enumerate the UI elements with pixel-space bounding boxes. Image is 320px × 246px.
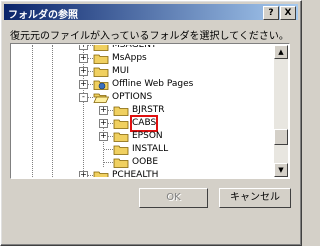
folder-icon [93,171,109,177]
window-title: フォルダの参照 [8,10,78,21]
tree-item-label: OPTIONS [112,92,153,102]
tree-item-mui[interactable]: + MUI [12,65,275,78]
scroll-thumb[interactable] [274,129,288,145]
tree-item-label: INSTALL [132,144,169,154]
expand-icon[interactable]: + [79,80,88,89]
tree-item-bjrstr[interactable]: + BJRSTR [12,104,275,117]
tree-item-label: PCHEALTH [112,170,159,177]
vertical-scrollbar[interactable]: ▲ ▼ [274,45,288,177]
tree-item-epson[interactable]: + EPSON [12,130,275,143]
scroll-up-arrow-icon[interactable]: ▲ [274,45,288,59]
folder-icon [113,132,129,142]
expand-icon[interactable]: + [79,54,88,63]
tree-item-label: Offline Web Pages [112,79,194,89]
expand-icon[interactable]: + [99,132,108,141]
tree-item-label: BJRSTR [132,105,165,115]
folder-tree[interactable]: + MSAGENT + MsApps + MUI + Offline Web Pages - OP… [10,43,290,179]
tree-item-label: CABS [129,115,159,132]
folder-icon [113,106,129,116]
tree-item-oobe[interactable]: OOBE [12,156,275,169]
folder-icon [113,145,129,155]
tree-item-options[interactable]: - OPTIONS [12,91,275,104]
tree-item-label: MUI [112,66,130,76]
folder-icon [113,158,129,168]
folder-icon [113,119,129,129]
tree-item-msagent[interactable]: + MSAGENT [12,45,275,52]
tree-item-label: EPSON [132,131,163,141]
web-folder-icon [93,80,109,90]
tree-item-cabs[interactable]: + CABS [12,115,275,132]
folder-icon [93,45,109,51]
tree-line [104,149,113,150]
ok-button[interactable]: OK [139,188,208,208]
tree-item-install[interactable]: INSTALL [12,143,275,156]
close-button[interactable]: X [280,6,296,20]
tree-item-label: MSAGENT [112,45,157,50]
title-bar: フォルダの参照 ? X [4,4,298,21]
expand-icon[interactable]: + [79,45,88,50]
open-folder-icon [93,93,109,103]
tree-item-msapps[interactable]: + MsApps [12,52,275,65]
folder-icon [93,67,109,77]
tree-item-label: OOBE [132,157,159,167]
cancel-button[interactable]: キャンセル [219,188,291,208]
scroll-down-arrow-icon[interactable]: ▼ [274,163,288,177]
tree-item-pchealth[interactable]: + PCHEALTH [12,169,275,177]
expand-icon[interactable]: + [79,171,88,177]
browse-folder-dialog: フォルダの参照 ? X 復元元のファイルが入っているフォルダを選択してください。… [0,0,302,246]
folder-icon [93,54,109,64]
instruction-text: 復元元のファイルが入っているフォルダを選択してください。 [10,31,289,42]
collapse-icon[interactable]: - [79,93,88,102]
tree-line [104,162,113,163]
tree-item-offline-web-pages[interactable]: + Offline Web Pages [12,78,275,91]
help-button[interactable]: ? [263,6,279,20]
folder-tree-content: + MSAGENT + MsApps + MUI + Offline Web Pages - OP… [12,45,275,177]
expand-icon[interactable]: + [99,119,108,128]
tree-item-label: MsApps [112,53,147,63]
expand-icon[interactable]: + [99,106,108,115]
expand-icon[interactable]: + [79,67,88,76]
